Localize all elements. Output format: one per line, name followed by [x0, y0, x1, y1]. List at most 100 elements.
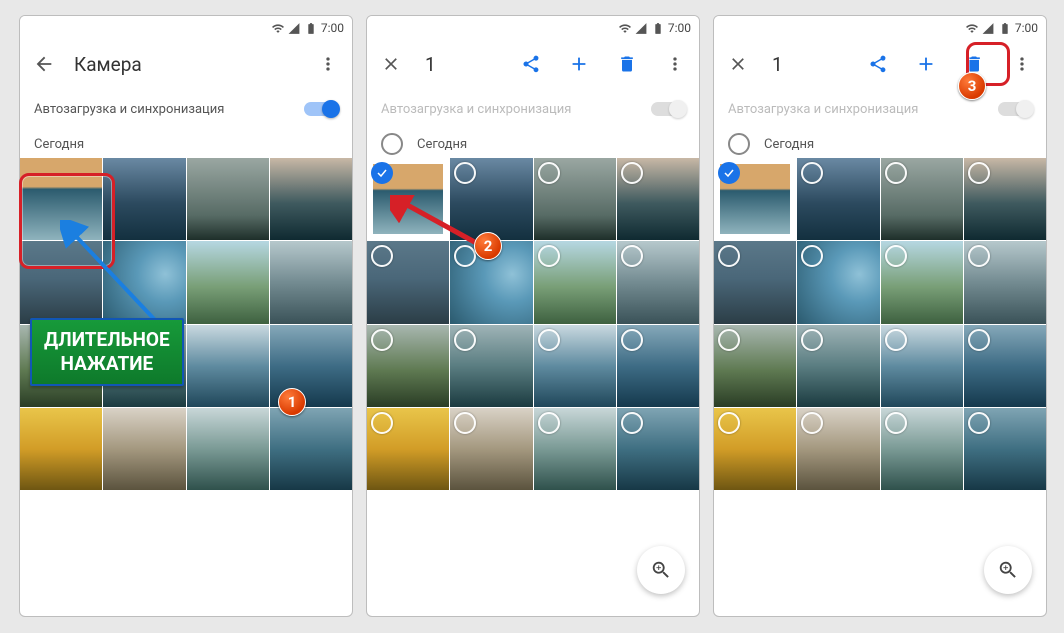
- battery-icon: [997, 22, 1013, 35]
- zoom-fab[interactable]: [637, 546, 685, 594]
- select-circle[interactable]: [371, 329, 393, 351]
- status-time: 7:00: [1015, 21, 1038, 35]
- select-all-circle[interactable]: [728, 133, 750, 155]
- back-button[interactable]: [26, 46, 62, 82]
- phone-screen-2: 7:00 1 Автозагрузка и синхронизация Сего…: [366, 15, 700, 617]
- selection-app-bar: 1: [367, 40, 699, 88]
- photo-thumb[interactable]: [881, 325, 963, 407]
- select-circle[interactable]: [538, 245, 560, 267]
- select-circle[interactable]: [621, 245, 643, 267]
- photo-thumb[interactable]: [367, 325, 449, 407]
- photo-thumb[interactable]: [534, 241, 616, 323]
- photo-thumb[interactable]: [881, 158, 963, 240]
- select-circle[interactable]: [968, 162, 990, 184]
- signal-icon: [981, 22, 995, 35]
- photo-thumb[interactable]: [617, 408, 699, 490]
- select-circle[interactable]: [538, 162, 560, 184]
- select-circle[interactable]: [968, 245, 990, 267]
- zoom-in-icon: [997, 559, 1019, 581]
- photo-thumb[interactable]: [964, 158, 1046, 240]
- photo-thumb[interactable]: [20, 408, 102, 490]
- photo-thumb[interactable]: [450, 325, 532, 407]
- photo-thumb[interactable]: [797, 408, 879, 490]
- photo-thumb[interactable]: [797, 241, 879, 323]
- zoom-in-icon: [650, 559, 672, 581]
- photo-thumb[interactable]: [714, 325, 796, 407]
- arrow-blue: [60, 220, 170, 330]
- select-circle[interactable]: [718, 412, 740, 434]
- photo-thumb[interactable]: [103, 408, 185, 490]
- step-badge-2: 2: [474, 232, 502, 260]
- photo-thumb[interactable]: [367, 408, 449, 490]
- photo-thumb[interactable]: [964, 325, 1046, 407]
- photo-thumb[interactable]: [534, 408, 616, 490]
- select-circle[interactable]: [454, 412, 476, 434]
- photo-thumb[interactable]: [187, 408, 269, 490]
- select-circle[interactable]: [718, 329, 740, 351]
- select-circle[interactable]: [968, 412, 990, 434]
- delete-button[interactable]: [609, 46, 645, 82]
- select-circle[interactable]: [621, 162, 643, 184]
- select-circle[interactable]: [621, 412, 643, 434]
- photo-thumb[interactable]: [714, 408, 796, 490]
- select-circle[interactable]: [801, 329, 823, 351]
- photo-thumb[interactable]: [450, 408, 532, 490]
- section-header[interactable]: Сегодня: [367, 130, 699, 158]
- photo-thumb[interactable]: [964, 408, 1046, 490]
- battery-icon: [650, 22, 666, 35]
- selection-count: 1: [425, 53, 436, 76]
- photo-thumb[interactable]: [534, 158, 616, 240]
- photo-thumb[interactable]: [797, 158, 879, 240]
- app-bar: Камера: [20, 40, 352, 88]
- share-button[interactable]: [513, 46, 549, 82]
- photo-thumb[interactable]: [881, 408, 963, 490]
- photo-thumb[interactable]: [617, 325, 699, 407]
- add-button[interactable]: [908, 46, 944, 82]
- section-header[interactable]: Сегодня: [714, 130, 1046, 158]
- photo-thumb[interactable]: [617, 158, 699, 240]
- sync-toggle[interactable]: [304, 102, 338, 116]
- photo-thumb[interactable]: [187, 241, 269, 323]
- close-selection-button[interactable]: [720, 46, 756, 82]
- section-label: Сегодня: [764, 137, 814, 152]
- select-circle[interactable]: [885, 245, 907, 267]
- photo-thumb[interactable]: [187, 158, 269, 240]
- more-vert-icon: [318, 54, 338, 74]
- select-circle[interactable]: [538, 412, 560, 434]
- select-circle[interactable]: [801, 412, 823, 434]
- check-icon: [371, 162, 393, 184]
- wifi-icon: [965, 22, 979, 35]
- more-vert-icon: [1012, 54, 1032, 74]
- select-circle[interactable]: [885, 329, 907, 351]
- plus-icon: [568, 53, 590, 75]
- photo-thumb[interactable]: [881, 241, 963, 323]
- photo-thumb[interactable]: [714, 241, 796, 323]
- add-button[interactable]: [561, 46, 597, 82]
- plus-icon: [915, 53, 937, 75]
- select-circle[interactable]: [371, 412, 393, 434]
- zoom-fab[interactable]: [984, 546, 1032, 594]
- overflow-button[interactable]: [657, 46, 693, 82]
- select-all-circle[interactable]: [381, 133, 403, 155]
- photo-thumb[interactable]: [270, 408, 352, 490]
- photo-thumb[interactable]: [187, 325, 269, 407]
- photo-thumb[interactable]: [270, 241, 352, 323]
- photo-thumb[interactable]: [270, 158, 352, 240]
- select-circle[interactable]: [621, 329, 643, 351]
- sync-toggle-disabled: [651, 102, 685, 116]
- photo-thumb[interactable]: [534, 325, 616, 407]
- close-selection-button[interactable]: [373, 46, 409, 82]
- select-circle[interactable]: [885, 162, 907, 184]
- select-circle[interactable]: [885, 412, 907, 434]
- select-circle[interactable]: [454, 329, 476, 351]
- sync-row[interactable]: Автозагрузка и синхронизация: [20, 88, 352, 130]
- photo-thumb[interactable]: [964, 241, 1046, 323]
- photo-thumb-selected[interactable]: [714, 158, 796, 240]
- select-circle[interactable]: [968, 329, 990, 351]
- select-circle[interactable]: [538, 329, 560, 351]
- share-button[interactable]: [860, 46, 896, 82]
- overflow-button[interactable]: [310, 46, 346, 82]
- photo-thumb[interactable]: [617, 241, 699, 323]
- photo-thumb[interactable]: [797, 325, 879, 407]
- hint-label: ДЛИТЕЛЬНОЕ НАЖАТИЕ: [30, 318, 184, 386]
